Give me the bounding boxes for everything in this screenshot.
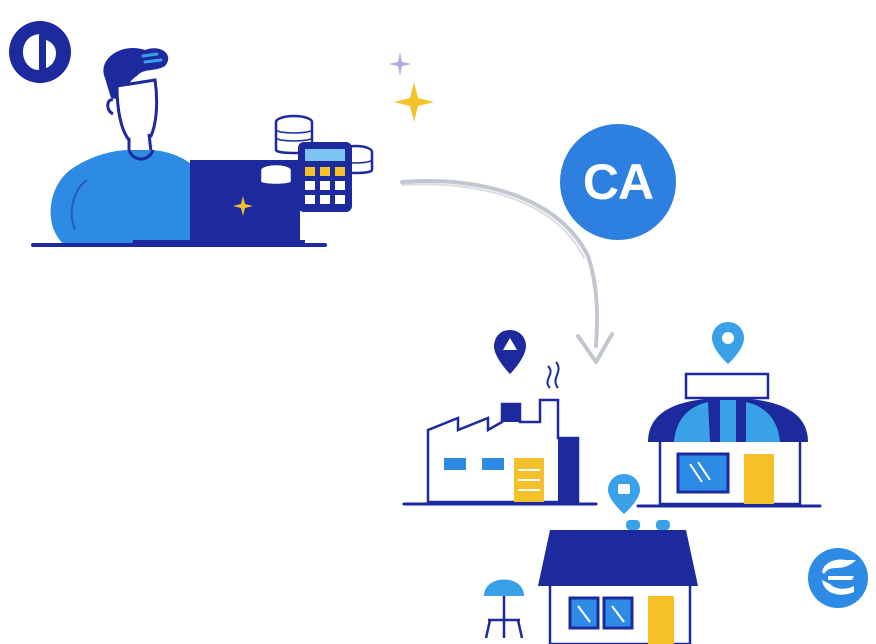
location-pin-icon <box>608 474 640 514</box>
location-pin-icon <box>712 322 744 364</box>
calculator-icon <box>298 142 352 212</box>
sparkle-star-icon <box>388 52 434 122</box>
location-pin-icon <box>494 330 526 374</box>
house-illustration <box>484 474 698 644</box>
brand-logo-bottom-right-icon <box>808 548 868 608</box>
